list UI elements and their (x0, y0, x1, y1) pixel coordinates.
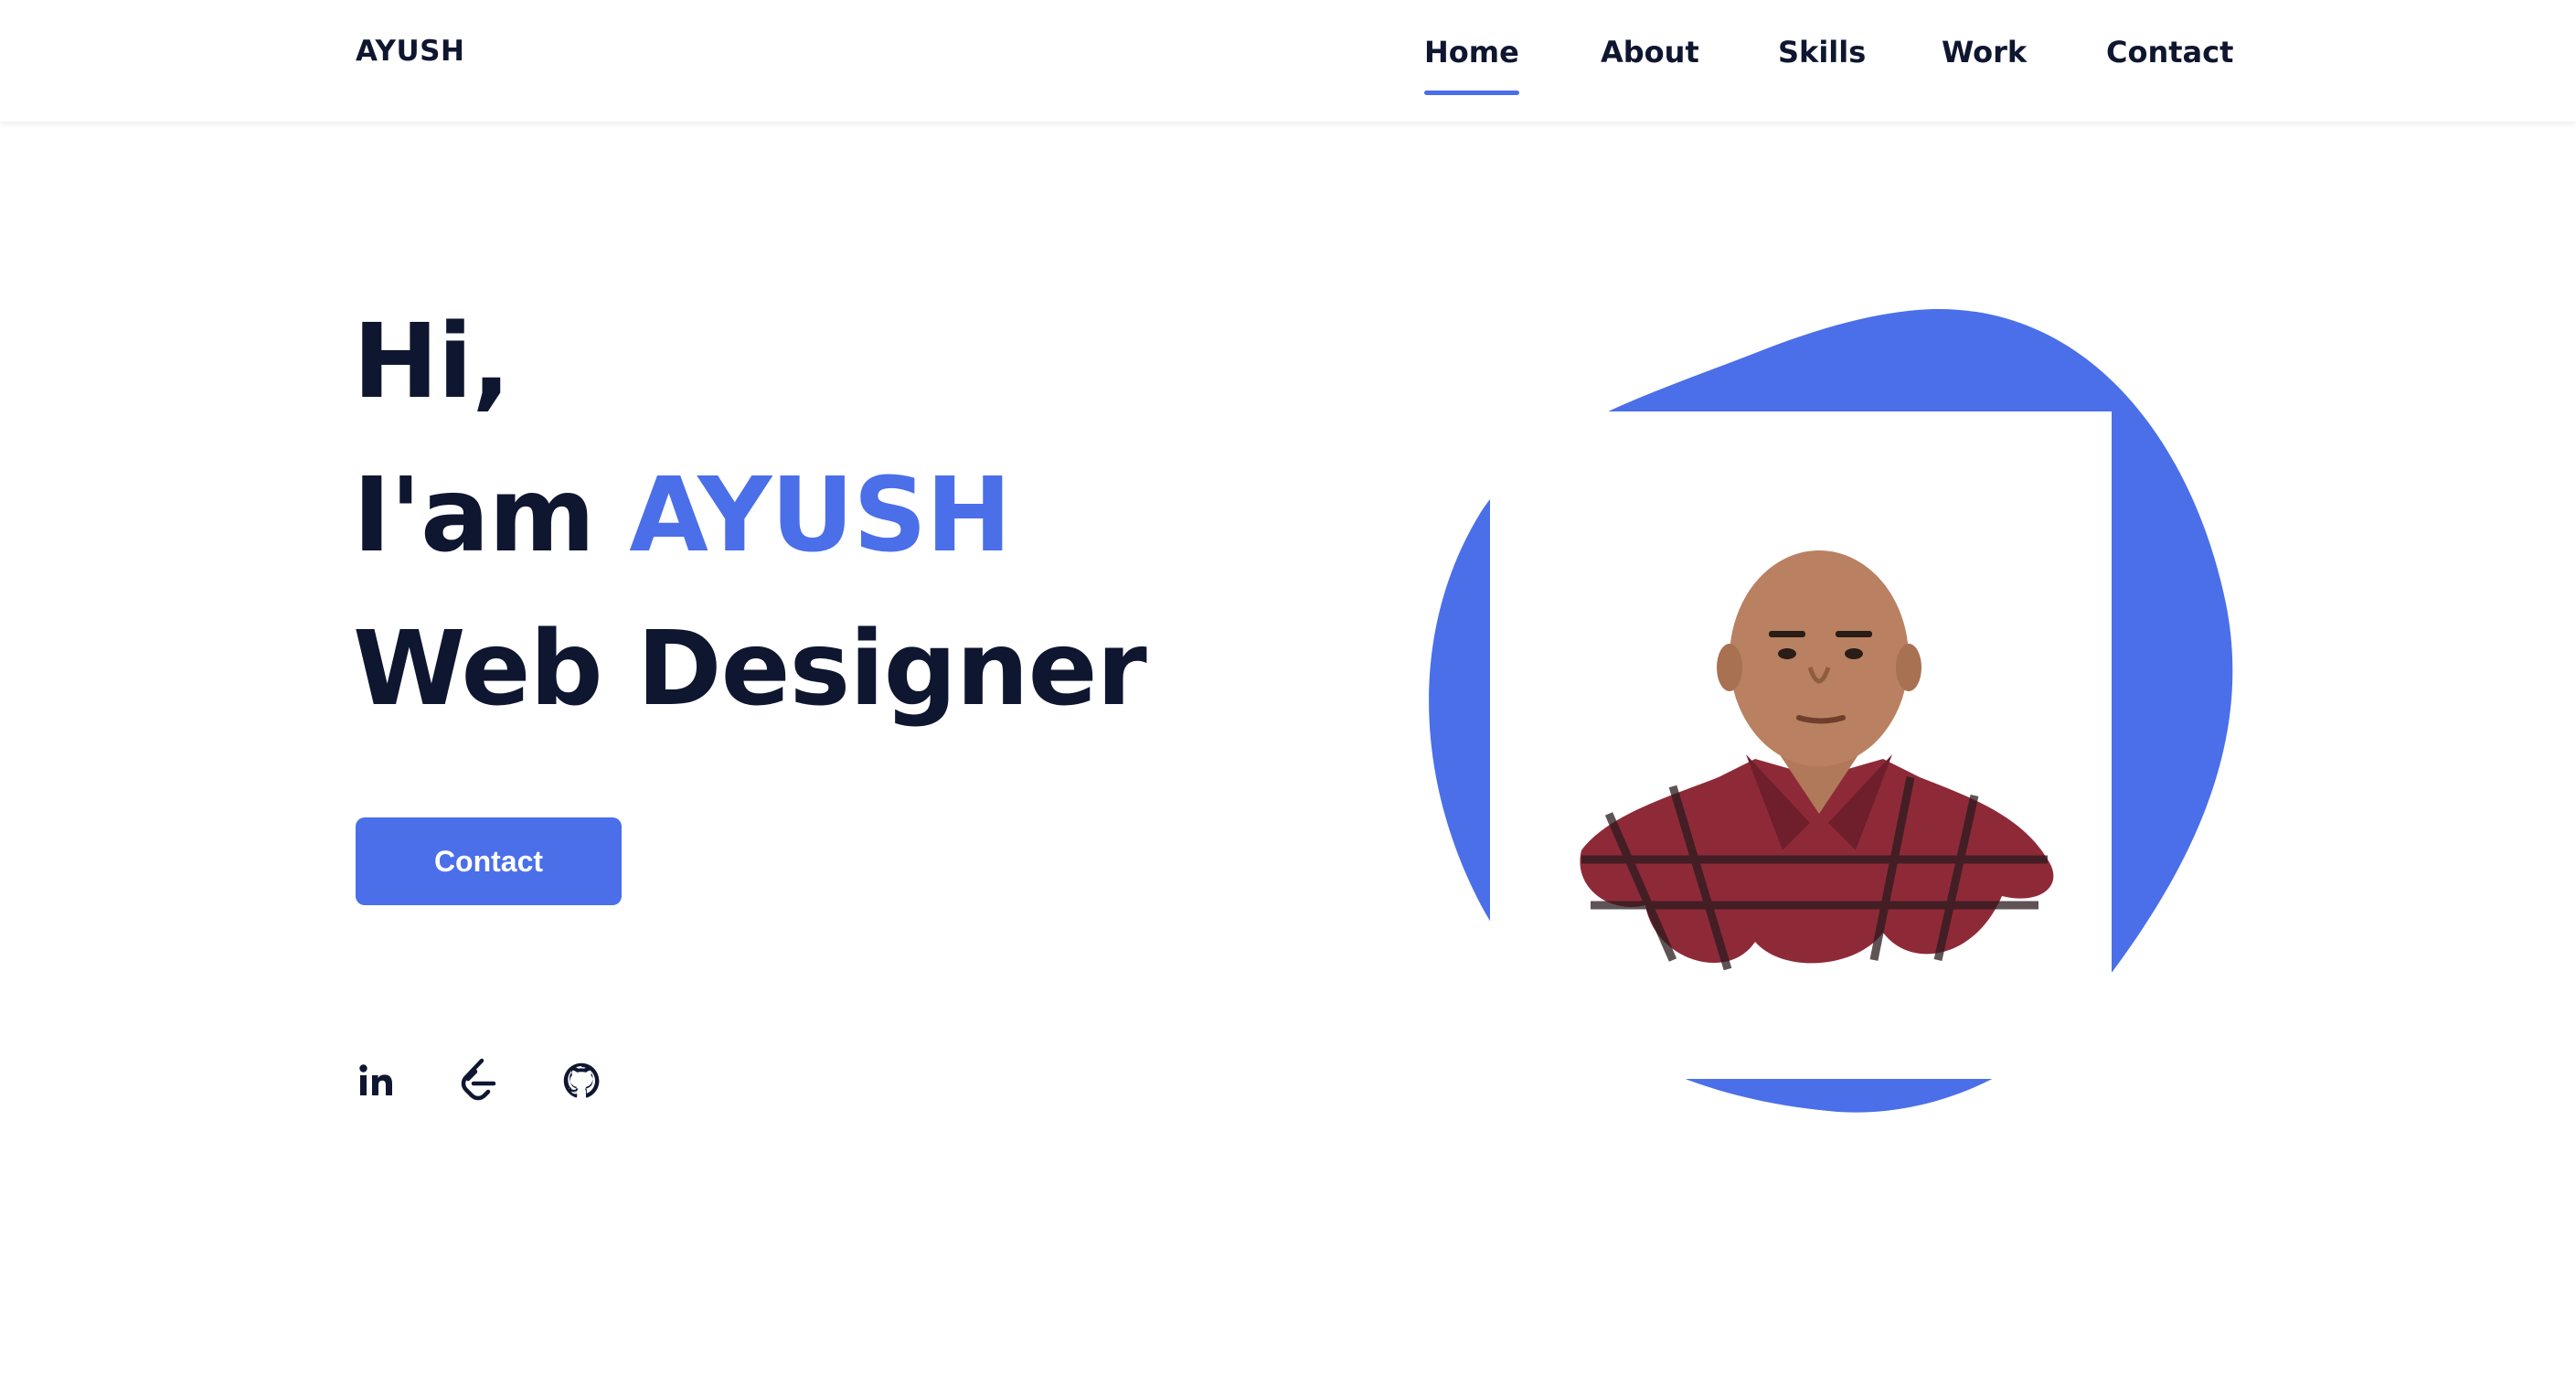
github-link[interactable] (552, 1051, 611, 1110)
leetcode-icon (461, 1058, 496, 1101)
github-icon (563, 1062, 600, 1098)
site-header: AYUSH Home About Skills Work Contact (0, 0, 2576, 123)
leetcode-link[interactable] (450, 1051, 508, 1110)
nav-skills[interactable]: Skills (1778, 35, 1866, 69)
hero-name: AYUSH (629, 456, 1011, 575)
main-nav: Home About Skills Work Contact (0, 35, 2576, 95)
hero-role: Web Designer (353, 610, 1147, 729)
hero-intro: I'am AYUSH (353, 464, 1012, 567)
nav-contact[interactable]: Contact (2106, 35, 2233, 69)
hero-greeting: Hi, (353, 303, 511, 422)
nav-work[interactable]: Work (1942, 35, 2027, 69)
contact-button[interactable]: Contact (356, 817, 622, 905)
hero-intro-prefix: I'am (353, 456, 630, 575)
nav-home[interactable]: Home (1424, 35, 1519, 95)
linkedin-icon (359, 1064, 392, 1095)
linkedin-link[interactable] (347, 1051, 406, 1110)
nav-about[interactable]: About (1601, 35, 1699, 69)
hero-illustration (1429, 308, 2233, 1113)
